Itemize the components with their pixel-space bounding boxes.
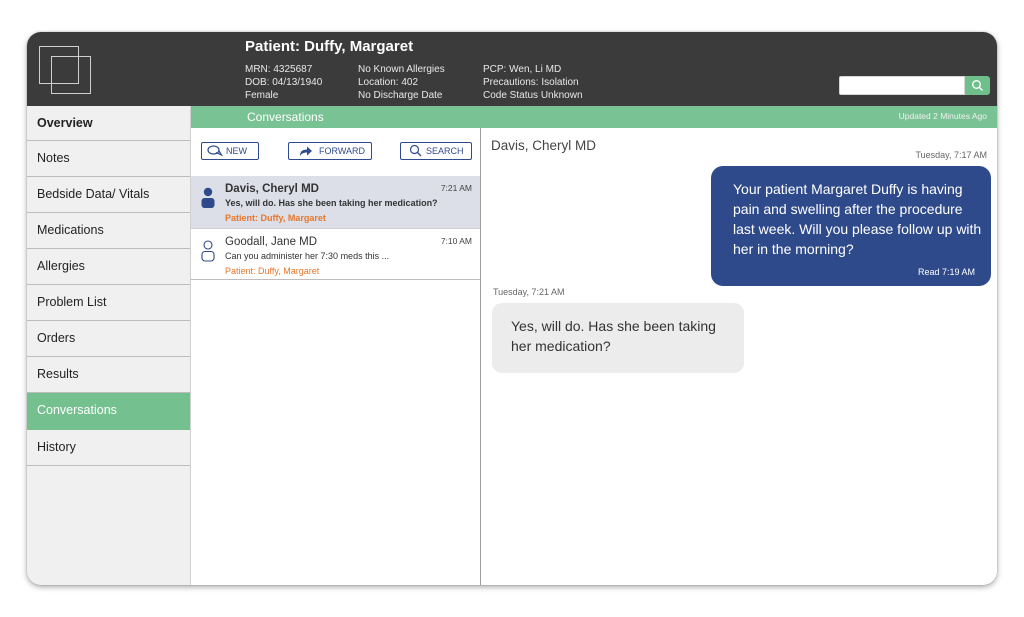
sidebar-item-allergies[interactable]: Allergies xyxy=(27,249,190,285)
person-outline-icon xyxy=(201,240,215,262)
search-icon xyxy=(409,144,422,157)
sidebar-nav: Overview Notes Bedside Data/ Vitals Medi… xyxy=(27,106,191,585)
chat-panel: Davis, Cheryl MD Tuesday, 7:17 AM Your p… xyxy=(481,128,997,585)
search-icon xyxy=(972,80,983,91)
conversation-patient-link[interactable]: Patient: Duffy, Margaret xyxy=(225,266,319,276)
conversation-preview: Yes, will do. Has she been taking her me… xyxy=(225,198,438,208)
conversation-list-item[interactable]: Davis, Cheryl MD 7:21 AM Yes, will do. H… xyxy=(191,176,480,229)
app-window: Patient: Duffy, Margaret MRN: 4325687 DO… xyxy=(27,32,997,585)
conversation-patient-link[interactable]: Patient: Duffy, Margaret xyxy=(225,213,326,223)
conversation-preview: Can you administer her 7:30 meds this ..… xyxy=(225,251,390,261)
conversation-contact-name: Davis, Cheryl MD xyxy=(225,183,319,195)
dob: DOB: 04/13/1940 xyxy=(245,77,323,88)
pcp: PCP: Wen, Li MD xyxy=(483,64,562,75)
logo-icon xyxy=(39,46,91,96)
new-button-label: NEW xyxy=(226,146,247,156)
conversation-time: 7:10 AM xyxy=(440,236,472,246)
forward-button[interactable]: FORWARD xyxy=(288,142,372,160)
forward-arrow-icon xyxy=(300,146,312,156)
header-search-button[interactable] xyxy=(965,76,990,95)
conversations-title: Conversations xyxy=(247,110,324,124)
patient-header: Patient: Duffy, Margaret MRN: 4325687 DO… xyxy=(27,32,997,106)
new-conversation-button[interactable]: NEW xyxy=(201,142,259,160)
chat-contact-name: Davis, Cheryl MD xyxy=(491,138,597,153)
sidebar-item-overview[interactable]: Overview xyxy=(27,106,190,141)
patient-info-column-1: MRN: 4325687 DOB: 04/13/1940 Female xyxy=(245,63,322,102)
header-search-input[interactable] xyxy=(839,76,965,95)
allergies-status: No Known Allergies xyxy=(358,64,445,75)
forward-button-label: FORWARD xyxy=(319,146,365,156)
sidebar-item-bedside-data-vitals[interactable]: Bedside Data/ Vitals xyxy=(27,177,190,213)
sidebar-item-orders[interactable]: Orders xyxy=(27,321,190,357)
conversation-list-item[interactable]: Goodall, Jane MD 7:10 AM Can you adminis… xyxy=(191,229,480,280)
search-conversations-button[interactable]: SEARCH xyxy=(400,142,472,160)
sidebar-item-problem-list[interactable]: Problem List xyxy=(27,285,190,321)
conversations-bar: Conversations Updated 2 Minutes Ago xyxy=(191,106,997,128)
mrn: MRN: 4325687 xyxy=(245,64,313,75)
read-receipt: Read 7:19 AM xyxy=(917,267,975,277)
message-text: Yes, will do. Has she been taking her me… xyxy=(511,318,716,354)
message-timestamp: Tuesday, 7:21 AM xyxy=(493,287,565,297)
sidebar-item-history[interactable]: History xyxy=(27,430,190,466)
updated-status: Updated 2 Minutes Ago xyxy=(898,111,987,121)
sidebar-item-medications[interactable]: Medications xyxy=(27,213,190,249)
conversation-list-panel: NEW FORWARD SEARCH Davis, Cheryl MD 7:21… xyxy=(191,128,481,585)
sidebar-item-results[interactable]: Results xyxy=(27,357,190,393)
message-text: Your patient Margaret Duffy is having pa… xyxy=(733,181,982,257)
chat-bubble-icon xyxy=(207,145,223,157)
sidebar-item-conversations[interactable]: Conversations xyxy=(27,393,190,430)
patient-title: Patient: Duffy, Margaret xyxy=(245,38,414,55)
patient-info-column-3: PCP: Wen, Li MD Precautions: Isolation C… xyxy=(483,63,583,102)
location: Location: 402 xyxy=(358,77,419,88)
sex: Female xyxy=(245,90,279,101)
patient-info-column-2: No Known Allergies Location: 402 No Disc… xyxy=(358,63,445,102)
incoming-message-bubble: Yes, will do. Has she been taking her me… xyxy=(492,303,744,373)
sidebar-item-notes[interactable]: Notes xyxy=(27,141,190,177)
conversation-contact-name: Goodall, Jane MD xyxy=(225,236,318,248)
code-status: Code Status Unknown xyxy=(483,90,583,101)
message-timestamp: Tuesday, 7:17 AM xyxy=(915,150,987,160)
discharge-date: No Discharge Date xyxy=(358,90,443,101)
precautions: Precautions: Isolation xyxy=(483,77,579,88)
outgoing-message-bubble: Your patient Margaret Duffy is having pa… xyxy=(711,166,991,286)
conversation-time: 7:21 AM xyxy=(440,183,472,193)
person-filled-icon xyxy=(201,187,215,208)
search-button-label: SEARCH xyxy=(426,146,464,156)
